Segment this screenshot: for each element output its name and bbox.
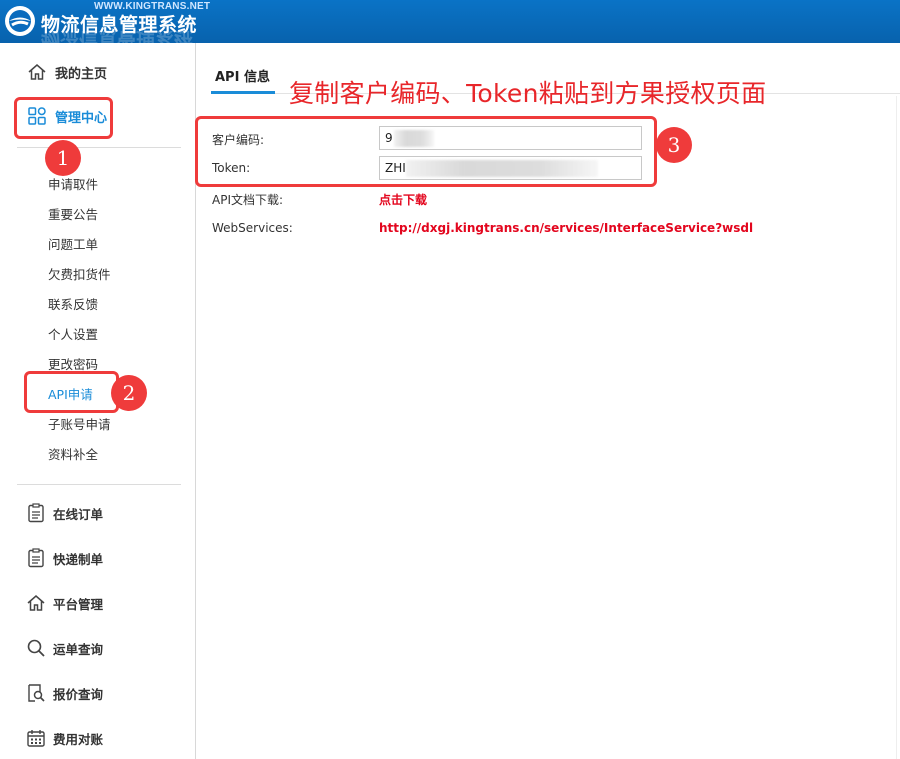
sidebar-item-express-label: 快递制单 <box>53 551 104 567</box>
home-icon <box>26 61 48 83</box>
sidebar-item-platform-label: 平台管理 <box>53 596 104 612</box>
sidebar-item-tracking[interactable]: 运单查询 <box>26 637 103 659</box>
annotation-box-credentials <box>195 116 657 187</box>
sidebar-divider <box>17 147 181 148</box>
annotation-instruction: 复制客户编码、Token粘贴到方果授权页面 <box>289 79 767 108</box>
annotation-badge-2: 2 <box>111 375 147 411</box>
document-search-icon <box>26 682 46 704</box>
home-icon <box>26 592 46 614</box>
sidebar-sub-pickup[interactable]: 申请取件 <box>48 174 98 193</box>
sidebar-divider <box>17 484 181 485</box>
calendar-icon <box>26 727 46 749</box>
clipboard-icon <box>26 547 46 569</box>
sidebar-item-online-orders[interactable]: 在线订单 <box>26 502 103 524</box>
api-doc-download-link[interactable]: 点击下载 <box>379 191 427 208</box>
sidebar-sub-subaccount[interactable]: 子账号申请 <box>48 414 111 433</box>
webservices-link[interactable]: http://dxgj.kingtrans.cn/services/Interf… <box>379 221 753 235</box>
sidebar-item-online-orders-label: 在线订单 <box>53 506 104 522</box>
clipboard-icon <box>26 502 46 524</box>
sidebar-sub-arrears[interactable]: 欠费扣货件 <box>48 264 111 283</box>
sidebar-item-home-label: 我的主页 <box>55 66 108 82</box>
annotation-badge-1: 1 <box>45 140 81 176</box>
sidebar-item-billing-label: 费用对账 <box>53 731 104 747</box>
app-title-reflection: 物流信息管理系统 <box>41 31 194 43</box>
annotation-badge-3: 3 <box>656 127 692 163</box>
sidebar-sub-feedback[interactable]: 联系反馈 <box>48 294 98 313</box>
sidebar-item-home[interactable]: 我的主页 <box>26 61 107 83</box>
content-edge <box>896 96 900 759</box>
sidebar-sub-announcements[interactable]: 重要公告 <box>48 204 98 223</box>
sidebar-sub-settings[interactable]: 个人设置 <box>48 324 98 343</box>
sidebar-item-express[interactable]: 快递制单 <box>26 547 103 569</box>
logo-icon <box>5 6 35 36</box>
webservices-label: WebServices: <box>212 221 293 235</box>
search-icon <box>26 637 46 659</box>
sidebar-item-quotes[interactable]: 报价查询 <box>26 682 103 704</box>
sidebar-item-quotes-label: 报价查询 <box>53 686 104 702</box>
api-doc-label: API文档下载: <box>212 193 284 207</box>
app-header: WWW.KINGTRANS.NET 物流信息管理系统 物流信息管理系统 <box>0 0 900 43</box>
sidebar-item-tracking-label: 运单查询 <box>53 641 104 657</box>
sidebar-sub-profile[interactable]: 资料补全 <box>48 444 98 463</box>
sidebar-item-billing[interactable]: 费用对账 <box>26 727 103 749</box>
tab-api-info[interactable]: API 信息 <box>211 66 275 94</box>
annotation-box-management <box>14 97 113 139</box>
sidebar-sub-tickets[interactable]: 问题工单 <box>48 234 98 253</box>
sidebar-item-platform[interactable]: 平台管理 <box>26 592 103 614</box>
annotation-box-api <box>24 371 119 413</box>
